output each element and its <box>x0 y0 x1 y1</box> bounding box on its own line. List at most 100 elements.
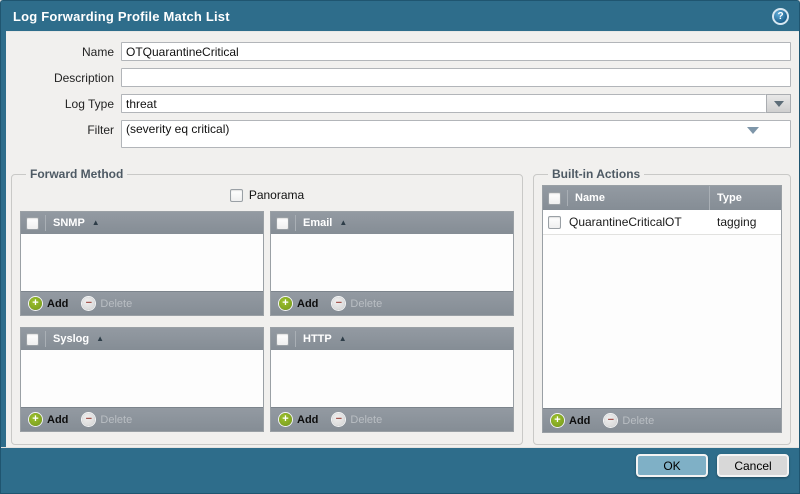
add-button-label: Add <box>47 414 68 426</box>
built-in-actions-footer: + Add − Delete <box>543 408 781 432</box>
description-row: Description <box>6 68 791 87</box>
dialog-content: Name Description Log Type Filter <box>6 31 799 447</box>
panels: Forward Method Panorama SNMP ▲ <box>6 155 799 445</box>
filter-field <box>121 120 791 148</box>
snmp-table-body <box>21 234 263 291</box>
email-column-label: Email <box>303 217 332 229</box>
add-button-label: Add <box>297 414 318 426</box>
http-column-label: HTTP <box>303 333 332 345</box>
filter-input[interactable] <box>121 120 791 148</box>
log-type-combo <box>121 94 791 113</box>
panorama-row: Panorama <box>20 183 514 207</box>
delete-button-label: Delete <box>350 298 382 310</box>
snmp-add-button[interactable]: + Add <box>29 297 68 310</box>
syslog-select-all-checkbox[interactable] <box>26 333 39 346</box>
filter-row: Filter <box>6 120 791 148</box>
name-column-header[interactable]: Name <box>575 186 709 210</box>
sort-asc-icon: ▲ <box>96 335 104 343</box>
minus-icon: − <box>332 413 345 426</box>
email-select-all-checkbox[interactable] <box>276 217 289 230</box>
email-delete-button[interactable]: − Delete <box>332 297 382 310</box>
cancel-button[interactable]: Cancel <box>717 454 789 477</box>
delete-button-label: Delete <box>100 414 132 426</box>
log-type-dropdown-button[interactable] <box>766 94 791 113</box>
column-separator <box>567 190 568 206</box>
panorama-label: Panorama <box>249 188 304 202</box>
panorama-checkbox[interactable] <box>230 189 243 202</box>
http-table: HTTP ▲ + Add − Delete <box>270 327 514 432</box>
plus-icon: + <box>279 413 292 426</box>
built-in-action-row[interactable]: QuarantineCriticalOT tagging <box>543 210 781 235</box>
built-in-actions-section: Built-in Actions Name Type <box>533 167 791 445</box>
built-in-actions-table: Name Type QuarantineCriticalOT tagging <box>542 185 782 433</box>
help-icon[interactable]: ? <box>772 8 789 25</box>
http-delete-button[interactable]: − Delete <box>332 413 382 426</box>
name-label: Name <box>6 42 114 59</box>
column-separator <box>45 331 46 347</box>
email-table: Email ▲ + Add − Delete <box>270 211 514 316</box>
email-add-button[interactable]: + Add <box>279 297 318 310</box>
syslog-delete-button[interactable]: − Delete <box>82 413 132 426</box>
builtin-select-all-checkbox[interactable] <box>548 192 561 205</box>
syslog-table-header[interactable]: Syslog ▲ <box>21 328 263 350</box>
plus-icon: + <box>29 413 42 426</box>
type-column-header[interactable]: Type <box>709 186 781 210</box>
forward-method-legend: Forward Method <box>26 167 127 181</box>
http-select-all-checkbox[interactable] <box>276 333 289 346</box>
built-in-actions-header[interactable]: Name Type <box>543 186 781 210</box>
sort-asc-icon: ▲ <box>339 335 347 343</box>
minus-icon: − <box>82 413 95 426</box>
http-table-header[interactable]: HTTP ▲ <box>271 328 513 350</box>
email-table-footer: + Add − Delete <box>271 291 513 315</box>
log-type-input[interactable] <box>121 94 766 113</box>
syslog-table-footer: + Add − Delete <box>21 407 263 431</box>
dialog-titlebar: Log Forwarding Profile Match List ? <box>1 1 799 31</box>
row-checkbox[interactable] <box>548 216 561 229</box>
syslog-table-body <box>21 350 263 407</box>
ok-button[interactable]: OK <box>636 454 708 477</box>
minus-icon: − <box>332 297 345 310</box>
name-row: Name <box>6 42 791 61</box>
name-input[interactable] <box>121 42 791 61</box>
snmp-column-label: SNMP <box>53 217 85 229</box>
email-table-header[interactable]: Email ▲ <box>271 212 513 234</box>
action-type-cell: tagging <box>709 215 781 229</box>
sort-asc-icon: ▲ <box>92 219 100 227</box>
add-button-label: Add <box>569 415 590 427</box>
delete-button-label: Delete <box>100 298 132 310</box>
delete-button-label: Delete <box>350 414 382 426</box>
plus-icon: + <box>29 297 42 310</box>
built-in-actions-legend: Built-in Actions <box>548 167 644 181</box>
filter-label: Filter <box>6 120 114 137</box>
snmp-delete-button[interactable]: − Delete <box>82 297 132 310</box>
minus-icon: − <box>82 297 95 310</box>
syslog-column-label: Syslog <box>53 333 89 345</box>
action-name-cell: QuarantineCriticalOT <box>569 215 710 229</box>
forward-method-grid: SNMP ▲ + Add − Delete <box>20 211 514 432</box>
chevron-down-icon <box>774 101 784 107</box>
built-in-actions-body <box>543 235 781 408</box>
builtin-delete-button[interactable]: − Delete <box>604 414 654 427</box>
delete-button-label: Delete <box>622 415 654 427</box>
name-column-label: Name <box>575 192 605 204</box>
log-forwarding-profile-match-list-dialog: Log Forwarding Profile Match List ? Name… <box>0 0 800 494</box>
add-button-label: Add <box>297 298 318 310</box>
forward-method-section: Forward Method Panorama SNMP ▲ <box>11 167 523 445</box>
syslog-add-button[interactable]: + Add <box>29 413 68 426</box>
description-input[interactable] <box>121 68 791 87</box>
http-add-button[interactable]: + Add <box>279 413 318 426</box>
filter-dropdown-icon[interactable] <box>747 127 759 134</box>
minus-icon: − <box>604 414 617 427</box>
builtin-add-button[interactable]: + Add <box>551 414 590 427</box>
http-table-body <box>271 350 513 407</box>
plus-icon: + <box>551 414 564 427</box>
add-button-label: Add <box>47 298 68 310</box>
snmp-table-header[interactable]: SNMP ▲ <box>21 212 263 234</box>
email-table-body <box>271 234 513 291</box>
snmp-table-footer: + Add − Delete <box>21 291 263 315</box>
http-table-footer: + Add − Delete <box>271 407 513 431</box>
log-type-label: Log Type <box>6 94 114 111</box>
snmp-select-all-checkbox[interactable] <box>26 217 39 230</box>
syslog-table: Syslog ▲ + Add − Delete <box>20 327 264 432</box>
match-list-form: Name Description Log Type Filter <box>6 32 799 148</box>
